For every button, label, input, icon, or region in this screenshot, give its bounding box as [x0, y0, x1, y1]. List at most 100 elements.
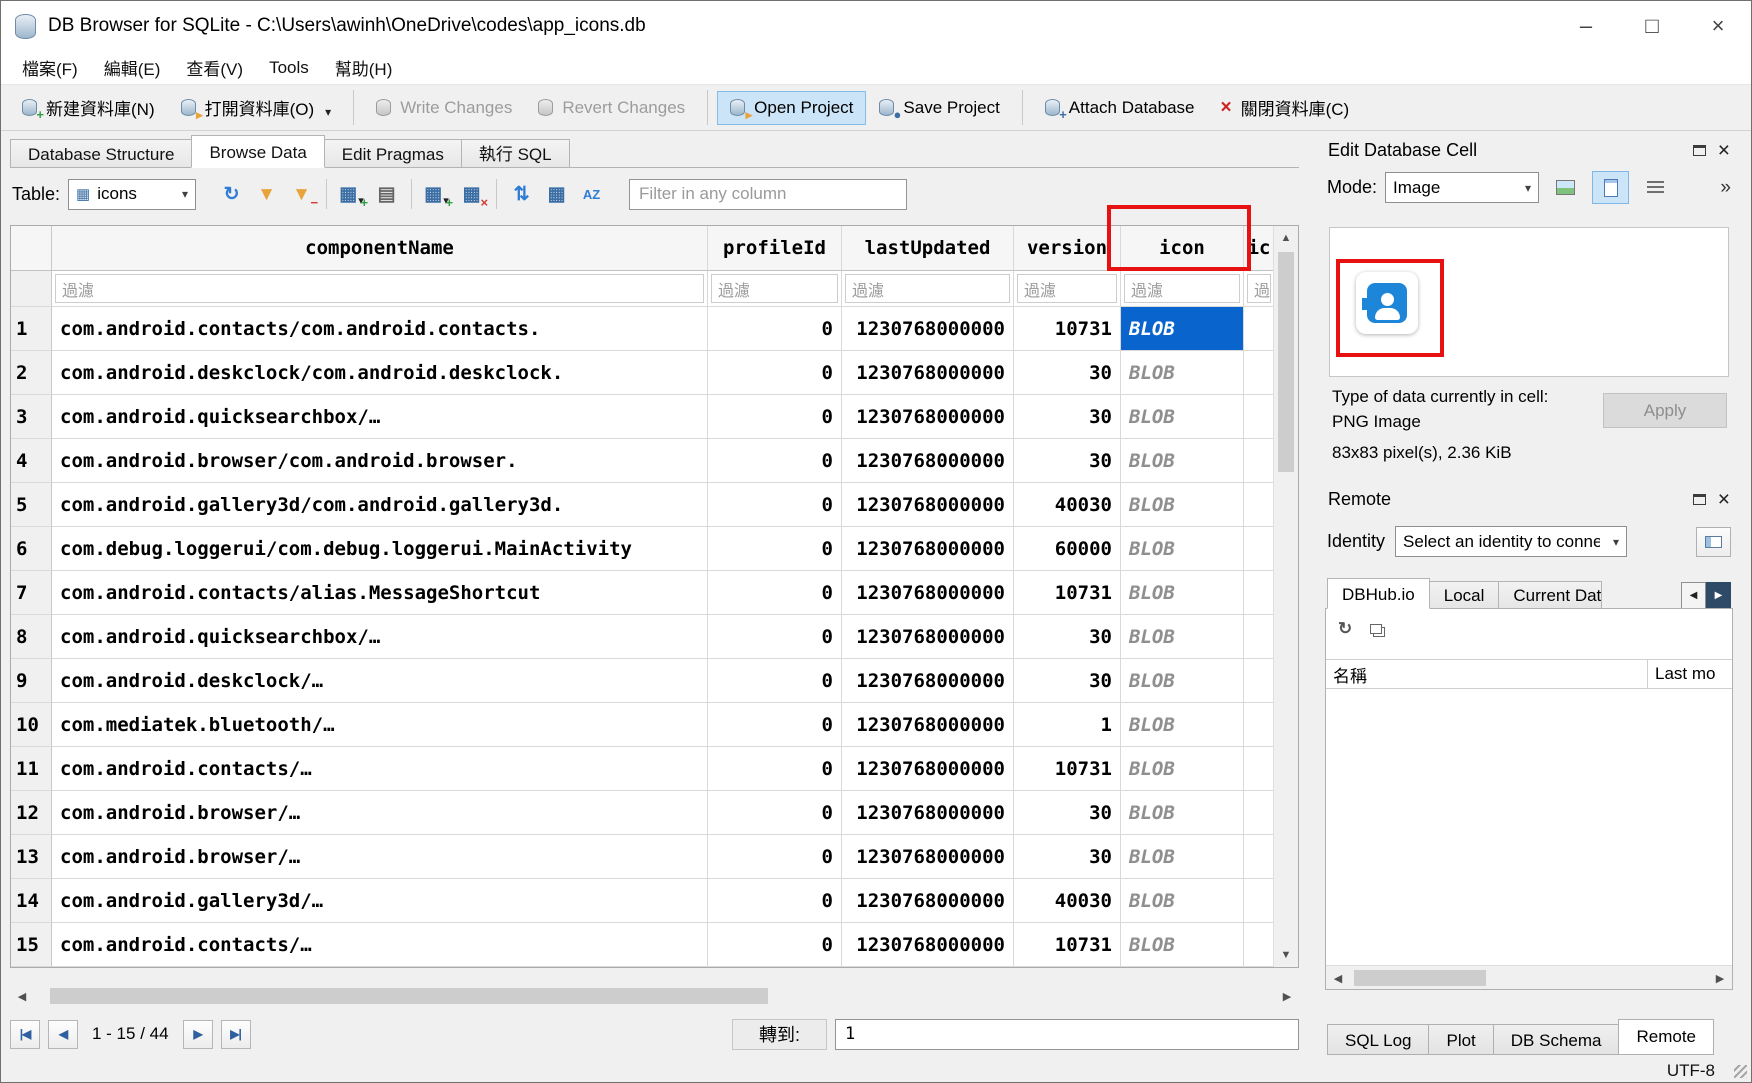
cell-ic[interactable]	[1244, 791, 1275, 835]
cell-icon[interactable]: BLOB	[1121, 571, 1244, 615]
menu-item-tools[interactable]: Tools	[256, 51, 322, 84]
minimize-button[interactable]: –	[1553, 1, 1619, 51]
remote-horizontal-scrollbar[interactable]: ◀ ▶	[1326, 965, 1732, 989]
float-dock-icon[interactable]	[1693, 145, 1706, 156]
cell-componentName[interactable]: com.android.gallery3d/…	[52, 879, 708, 923]
cell-lastUpdated[interactable]: 1230768000000	[842, 923, 1014, 967]
cell-profileId[interactable]: 0	[708, 351, 842, 395]
tab-remote[interactable]: Remote	[1618, 1019, 1714, 1055]
attach-database-button[interactable]: +Attach Database	[1032, 91, 1208, 125]
cell-icon[interactable]: BLOB	[1121, 791, 1244, 835]
text-mode-button[interactable]	[1637, 171, 1674, 204]
row-number[interactable]: 8	[11, 615, 52, 659]
more-options-chevron[interactable]: »	[1720, 177, 1731, 199]
cell-ic[interactable]	[1244, 395, 1275, 439]
cell-profileId[interactable]: 0	[708, 527, 842, 571]
cell-profileId[interactable]: 0	[708, 747, 842, 791]
scroll-thumb[interactable]	[1278, 252, 1294, 472]
clear-filter-button[interactable]: ▼−	[284, 177, 319, 211]
remote-tab-current-database[interactable]: Current Dat	[1498, 581, 1602, 609]
filter-input-icon[interactable]: 過濾	[1124, 274, 1240, 303]
image-mode-button[interactable]	[1592, 171, 1629, 204]
column-header-componentName[interactable]: componentName	[52, 226, 708, 271]
close-database-button[interactable]: ×關閉資料庫(C)	[1208, 88, 1363, 127]
manage-identities-button[interactable]	[1696, 527, 1731, 557]
row-number[interactable]: 9	[11, 659, 52, 703]
tab-execute-sql[interactable]: 執行 SQL	[461, 139, 570, 168]
cell-icon[interactable]: BLOB	[1121, 879, 1244, 923]
cell-ic[interactable]	[1244, 747, 1275, 791]
filter-input-profileId[interactable]: 過濾	[711, 274, 838, 303]
cell-version[interactable]: 30	[1014, 791, 1121, 835]
cell-profileId[interactable]: 0	[708, 307, 842, 351]
filter-input-version[interactable]: 過濾	[1017, 274, 1117, 303]
cell-version[interactable]: 60000	[1014, 527, 1121, 571]
scroll-thumb[interactable]	[1354, 970, 1486, 986]
scroll-right-icon[interactable]: ▶	[1708, 966, 1732, 990]
cell-profileId[interactable]: 0	[708, 923, 842, 967]
table-select[interactable]: ▦ icons ▾	[68, 179, 196, 210]
row-number[interactable]: 15	[11, 923, 52, 967]
row-number[interactable]: 10	[11, 703, 52, 747]
scroll-right-icon[interactable]: ▶	[1275, 984, 1299, 1008]
sort-records-button[interactable]: ⇅	[504, 177, 539, 211]
tab-db-schema[interactable]: DB Schema	[1493, 1024, 1620, 1055]
cell-componentName[interactable]: com.android.contacts/com.android.contact…	[52, 307, 708, 351]
maximize-button[interactable]: □	[1619, 1, 1685, 51]
column-header-ic[interactable]: ic	[1244, 226, 1275, 271]
cell-lastUpdated[interactable]: 1230768000000	[842, 791, 1014, 835]
cell-version[interactable]: 1	[1014, 703, 1121, 747]
cell-lastUpdated[interactable]: 1230768000000	[842, 307, 1014, 351]
cell-profileId[interactable]: 0	[708, 835, 842, 879]
import-data-button[interactable]	[1547, 171, 1584, 204]
filter-button[interactable]: ▼	[249, 177, 284, 211]
cell-componentName[interactable]: com.android.quicksearchbox/…	[52, 395, 708, 439]
remote-tab-dbhub-io[interactable]: DBHub.io	[1327, 578, 1430, 609]
cell-lastUpdated[interactable]: 1230768000000	[842, 703, 1014, 747]
delete-record-button[interactable]: ▦×	[454, 177, 489, 211]
filter-any-column-input[interactable]	[629, 179, 907, 210]
float-dock-icon[interactable]	[1693, 494, 1706, 505]
insert-record-button[interactable]: ▦+▾	[419, 177, 454, 211]
row-number[interactable]: 5	[11, 483, 52, 527]
mode-select[interactable]: Image ▾	[1385, 172, 1539, 203]
scroll-thumb[interactable]	[50, 988, 768, 1004]
apply-button[interactable]: Apply	[1603, 393, 1727, 428]
cell-profileId[interactable]: 0	[708, 659, 842, 703]
cell-version[interactable]: 40030	[1014, 879, 1121, 923]
cell-lastUpdated[interactable]: 1230768000000	[842, 439, 1014, 483]
cell-ic[interactable]	[1244, 351, 1275, 395]
cell-componentName[interactable]: com.mediatek.bluetooth/…	[52, 703, 708, 747]
scroll-down-icon[interactable]: ▼	[1274, 943, 1298, 967]
cell-profileId[interactable]: 0	[708, 439, 842, 483]
menu-item-help[interactable]: 幫助(H)	[322, 51, 406, 84]
new-database-button[interactable]: +新建資料庫(N)	[9, 88, 168, 127]
cell-profileId[interactable]: 0	[708, 879, 842, 923]
remote-column-last-modified[interactable]: Last mo	[1648, 660, 1732, 688]
column-header-profileId[interactable]: profileId	[708, 226, 842, 271]
cell-icon[interactable]: BLOB	[1121, 351, 1244, 395]
cell-componentName[interactable]: com.android.browser/…	[52, 835, 708, 879]
clone-database-icon[interactable]	[1370, 624, 1382, 634]
cell-version[interactable]: 10731	[1014, 923, 1121, 967]
cell-lastUpdated[interactable]: 1230768000000	[842, 351, 1014, 395]
row-number[interactable]: 3	[11, 395, 52, 439]
cell-ic[interactable]	[1244, 307, 1275, 351]
cell-icon[interactable]: BLOB	[1121, 439, 1244, 483]
cell-componentName[interactable]: com.android.deskclock/com.android.deskcl…	[52, 351, 708, 395]
tab-sql-log[interactable]: SQL Log	[1327, 1024, 1429, 1055]
cell-componentName[interactable]: com.debug.loggerui/com.debug.loggerui.Ma…	[52, 527, 708, 571]
cell-ic[interactable]	[1244, 439, 1275, 483]
row-number[interactable]: 2	[11, 351, 52, 395]
cell-version[interactable]: 30	[1014, 439, 1121, 483]
cell-version[interactable]: 30	[1014, 351, 1121, 395]
cell-profileId[interactable]: 0	[708, 791, 842, 835]
cell-lastUpdated[interactable]: 1230768000000	[842, 659, 1014, 703]
cell-ic[interactable]	[1244, 923, 1275, 967]
cell-version[interactable]: 30	[1014, 615, 1121, 659]
cell-version[interactable]: 10731	[1014, 307, 1121, 351]
cell-lastUpdated[interactable]: 1230768000000	[842, 835, 1014, 879]
cell-lastUpdated[interactable]: 1230768000000	[842, 615, 1014, 659]
cell-profileId[interactable]: 0	[708, 483, 842, 527]
refresh-button[interactable]: ↻	[214, 177, 249, 211]
